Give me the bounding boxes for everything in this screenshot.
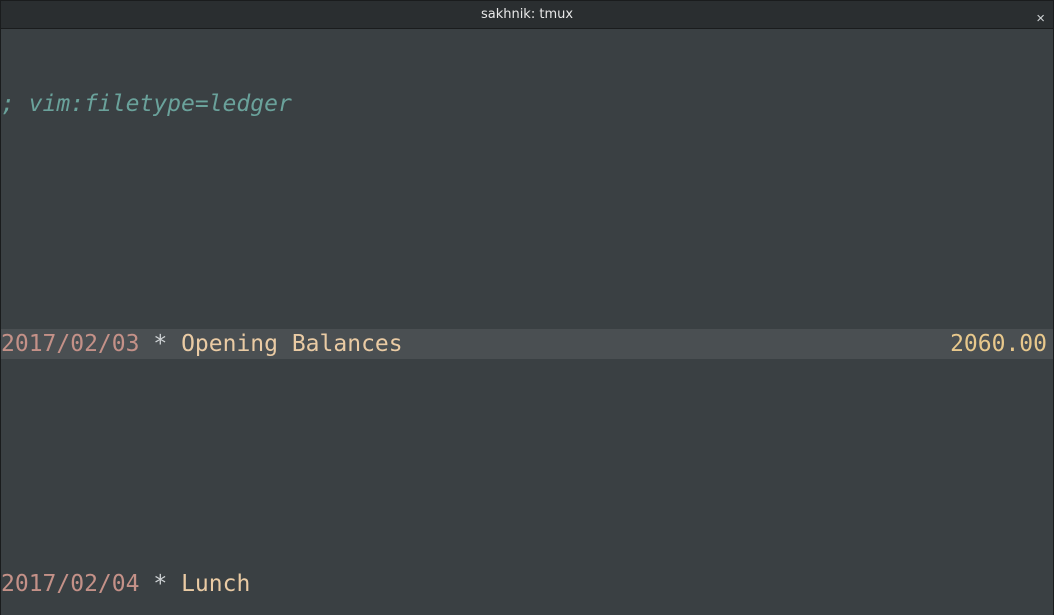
close-icon[interactable]: × <box>1036 4 1045 34</box>
entry-date: 2017/02/04 <box>1 569 139 599</box>
terminal-area[interactable]: ; vim:filetype=ledger 2017/02/03 * Openi… <box>1 29 1053 615</box>
entry-desc: Lunch <box>181 569 250 599</box>
entry-sum: 2060.00 <box>950 329 1047 359</box>
entry-desc: Opening Balances <box>181 329 403 359</box>
entry-date: 2017/02/03 <box>1 329 139 359</box>
ledger-entry-header: 2017/02/03 * Opening Balances 2060.00 <box>1 329 1053 359</box>
window-titlebar: sakhnik: tmux × <box>1 1 1053 29</box>
ledger-entry-header: 2017/02/04 * Lunch <box>1 569 1053 599</box>
entry-mark: * <box>153 329 167 359</box>
entry-mark: * <box>153 569 167 599</box>
modeline-comment: ; vim:filetype=ledger <box>1 89 292 119</box>
window-title: sakhnik: tmux <box>481 0 573 30</box>
